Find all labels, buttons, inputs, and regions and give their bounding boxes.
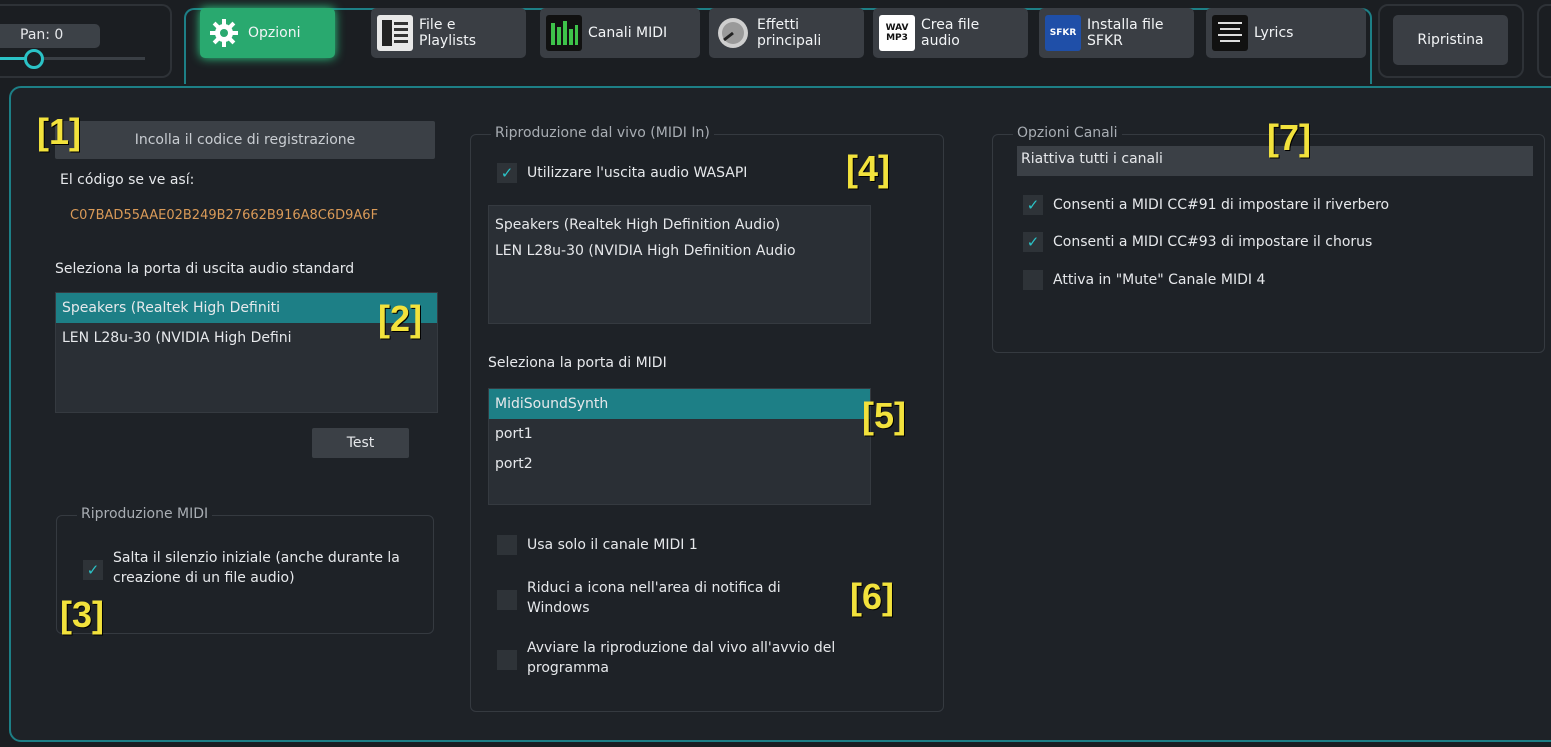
marker-7: [7] <box>1267 117 1311 158</box>
list-item[interactable]: port1 <box>489 419 870 449</box>
tab-opzioni[interactable]: Opzioni <box>200 8 335 58</box>
live-playback-legend: Riproduzione dal vivo (MIDI In) <box>491 125 714 141</box>
only-channel1-label: Usa solo il canale MIDI 1 <box>527 537 698 553</box>
cc93-checkbox[interactable]: ✓ Consenti a MIDI CC#93 di impostare il … <box>1023 232 1372 252</box>
top-bar: Pan: 0 Opzioni File e Playlists Canali M… <box>0 0 1551 86</box>
wasapi-checkbox[interactable]: ✓ Utilizzare l'uscita audio WASAPI <box>497 163 747 183</box>
effects-knob-icon <box>715 15 751 51</box>
marker-3: [3] <box>60 594 104 635</box>
checkbox-box <box>1023 270 1043 290</box>
midi-port-label: Seleziona la porta di MIDI <box>488 355 667 371</box>
marker-2: [2] <box>378 298 422 339</box>
pan-control: Pan: 0 <box>0 4 172 78</box>
tab-opzioni-label: Opzioni <box>248 25 301 41</box>
checkmark-icon: ✓ <box>1023 232 1043 252</box>
midi-channels-icon <box>546 15 582 51</box>
marker-6: [6] <box>850 576 894 617</box>
autostart-checkbox[interactable]: Avviare la riproduzione dal vivo all'avv… <box>497 638 897 678</box>
tab-installa-sfkr[interactable]: SFKR Installa file SFKR <box>1039 8 1194 58</box>
checkbox-box <box>497 590 517 610</box>
pan-label: Pan: 0 <box>0 24 100 48</box>
test-button[interactable]: Test <box>312 428 409 458</box>
wav-mp3-icon: WAV MP3 <box>879 15 915 51</box>
tab-crea-file-label: Crea file audio <box>921 17 980 49</box>
tab-canali-midi-label: Canali MIDI <box>588 25 668 41</box>
tab-effetti-label: Effetti principali <box>757 17 822 49</box>
checkmark-icon: ✓ <box>83 560 103 580</box>
marker-4: [4] <box>846 148 890 189</box>
tray-label: Riduci a icona nell'area di notifica di … <box>527 580 781 616</box>
checkmark-icon: ✓ <box>1023 195 1043 215</box>
paste-registration-code-button[interactable]: Incolla il codice di registrazione <box>55 121 435 159</box>
only-channel1-checkbox[interactable]: Usa solo il canale MIDI 1 <box>497 535 698 555</box>
tab-file-playlists-label: File e Playlists <box>419 17 477 49</box>
tab-crea-file-audio[interactable]: WAV MP3 Crea file audio <box>873 8 1028 58</box>
autostart-label: Avviare la riproduzione dal vivo all'avv… <box>527 640 836 676</box>
midi-playback-legend: Riproduzione MIDI <box>77 506 213 522</box>
lyrics-icon <box>1212 15 1248 51</box>
skip-silence-checkbox[interactable]: ✓ Salta il silenzio iniziale (anche dura… <box>83 548 413 588</box>
audio-output-label: Seleziona la porta di uscita audio stand… <box>55 261 355 277</box>
mute4-checkbox[interactable]: Attiva in "Mute" Canale MIDI 4 <box>1023 270 1265 290</box>
sfkr-install-icon: SFKR <box>1045 15 1081 51</box>
pan-slider-thumb[interactable] <box>24 49 44 69</box>
midi-port-list[interactable]: MidiSoundSynth port1 port2 <box>488 388 871 505</box>
cc93-label: Consenti a MIDI CC#93 di impostare il ch… <box>1053 234 1373 250</box>
checkbox-box <box>497 535 517 555</box>
list-item[interactable]: MidiSoundSynth <box>489 389 870 419</box>
list-item[interactable]: Speakers (Realtek High Definition Audio) <box>489 206 870 236</box>
tab-installa-sfkr-label: Installa file SFKR <box>1087 17 1164 49</box>
sample-registration-code: C07BAD55AAE02B249B27662B916A8C6D9A6F <box>70 208 379 223</box>
wasapi-label: Utilizzare l'uscita audio WASAPI <box>527 165 748 181</box>
tray-checkbox[interactable]: Riduci a icona nell'area di notifica di … <box>497 578 837 618</box>
wasapi-device-list[interactable]: Speakers (Realtek High Definition Audio)… <box>488 205 871 324</box>
tab-effetti-principali[interactable]: Effetti principali <box>709 8 864 58</box>
extra-group <box>1537 4 1551 78</box>
list-item[interactable]: LEN L28u-30 (NVIDIA High Definition Audi… <box>489 236 870 266</box>
tab-lyrics[interactable]: Lyrics <box>1206 8 1366 58</box>
marker-1: [1] <box>37 111 81 152</box>
checkmark-icon: ✓ <box>497 163 517 183</box>
tab-lyrics-label: Lyrics <box>1254 25 1294 41</box>
mute4-label: Attiva in "Mute" Canale MIDI 4 <box>1053 272 1266 288</box>
file-playlist-icon <box>377 15 413 51</box>
tab-file-playlists[interactable]: File e Playlists <box>371 8 526 58</box>
reset-button[interactable]: Ripristina <box>1393 15 1508 65</box>
cc91-label: Consenti a MIDI CC#91 di impostare il ri… <box>1053 197 1390 213</box>
checkbox-box <box>497 650 517 670</box>
gear-icon <box>206 15 242 51</box>
channel-options-legend: Opzioni Canali <box>1013 125 1122 141</box>
code-caption: El código se ve así: <box>60 172 195 188</box>
skip-silence-label: Salta il silenzio iniziale (anche durant… <box>113 550 400 586</box>
marker-5: [5] <box>862 395 906 436</box>
cc91-checkbox[interactable]: ✓ Consenti a MIDI CC#91 di impostare il … <box>1023 195 1389 215</box>
list-item[interactable]: port2 <box>489 449 870 479</box>
tab-canali-midi[interactable]: Canali MIDI <box>540 8 700 58</box>
